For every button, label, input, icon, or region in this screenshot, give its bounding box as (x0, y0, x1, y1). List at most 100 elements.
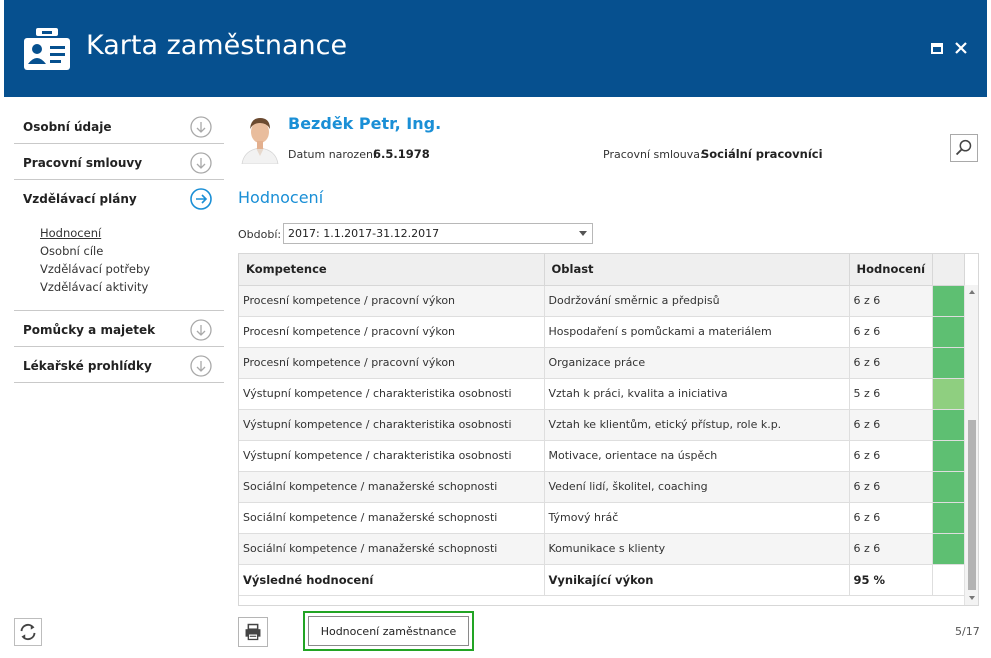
total-label: Výsledné hodnocení (239, 564, 545, 596)
arrow-down-circle-icon[interactable] (190, 319, 212, 341)
cell-area: Vztah k práci, kvalita a iniciativa (544, 378, 850, 410)
table-row[interactable]: Procesní kompetence / pracovní výkon Dod… (239, 285, 965, 317)
sidebar-item-label: Vzdělávací plány (23, 192, 137, 206)
cell-score-bar (932, 316, 965, 348)
table-row[interactable]: Výstupní kompetence / charakteristika os… (239, 440, 965, 472)
column-header-competence[interactable]: Kompetence (239, 254, 545, 286)
cell-area: Motivace, orientace na úspěch (544, 440, 850, 472)
cell-score-bar (932, 285, 965, 317)
vertical-scrollbar[interactable] (964, 285, 978, 605)
arrow-right-circle-icon[interactable] (190, 188, 212, 210)
cell-rating: 6 z 6 (849, 316, 933, 348)
section-title: Hodnocení (238, 188, 324, 207)
cell-rating: 6 z 6 (849, 502, 933, 534)
cell-competence: Výstupní kompetence / charakteristika os… (239, 409, 545, 441)
cell-score-bar (932, 502, 965, 534)
table-row[interactable]: Výstupní kompetence / charakteristika os… (239, 378, 965, 410)
cell-area: Dodržování směrnic a předpisů (544, 285, 850, 317)
refresh-button[interactable] (14, 618, 42, 646)
cell-score-bar (932, 533, 965, 565)
period-select[interactable]: 2017: 1.1.2017-31.12.2017 (283, 223, 593, 244)
table-row[interactable]: Procesní kompetence / pracovní výkon Org… (239, 347, 965, 379)
evaluation-button-highlight: Hodnocení zaměstnance (303, 611, 474, 651)
subnav-item-training-needs[interactable]: Vzdělávací potřeby (40, 260, 224, 278)
chevron-down-icon (579, 231, 587, 236)
print-button[interactable] (238, 617, 268, 647)
cell-rating: 6 z 6 (849, 533, 933, 565)
cell-competence: Procesní kompetence / pracovní výkon (239, 347, 545, 379)
refresh-icon (20, 623, 36, 641)
table-row[interactable]: Procesní kompetence / pracovní výkon Hos… (239, 316, 965, 348)
employee-evaluation-button[interactable]: Hodnocení zaměstnance (308, 616, 469, 646)
sidebar-item-label: Osobní údaje (23, 120, 112, 134)
cell-area: Komunikace s klienty (544, 533, 850, 565)
close-icon[interactable] (953, 40, 969, 56)
cell-area: Hospodaření s pomůckami a materiálem (544, 316, 850, 348)
print-icon (245, 623, 261, 641)
sidebar-item-contracts[interactable]: Pracovní smlouvy (14, 144, 224, 180)
arrow-down-circle-icon[interactable] (190, 355, 212, 377)
cell-area: Vztah ke klientům, etický přístup, role … (544, 409, 850, 441)
dob-value: 6.5.1978 (373, 147, 430, 161)
subnav-item-evaluation[interactable]: Hodnocení (40, 224, 224, 242)
total-rating: 95 % (849, 564, 933, 596)
evaluation-grid: Kompetence Oblast Hodnocení Procesní kom… (238, 253, 979, 606)
cell-score-bar (932, 409, 965, 441)
sidebar-item-label: Pomůcky a majetek (23, 323, 156, 337)
table-total-row: Výsledné hodnocení Vynikající výkon 95 % (239, 564, 965, 596)
avatar-photo (240, 112, 280, 164)
cell-area: Vedení lidí, školitel, coaching (544, 471, 850, 503)
contract-value: Sociální pracovníci (701, 147, 823, 161)
column-header-rating[interactable]: Hodnocení (849, 254, 933, 286)
total-area: Vynikající výkon (544, 564, 850, 596)
sidebar-item-equipment[interactable]: Pomůcky a majetek (14, 311, 224, 347)
cell-competence: Výstupní kompetence / charakteristika os… (239, 378, 545, 410)
cell-area: Organizace práce (544, 347, 850, 379)
cell-rating: 6 z 6 (849, 347, 933, 379)
period-label: Období: (238, 228, 282, 241)
cell-competence: Sociální kompetence / manažerské schopno… (239, 471, 545, 503)
subnav-item-personal-goals[interactable]: Osobní cíle (40, 242, 224, 260)
employee-name: Bezděk Petr, Ing. (288, 114, 442, 133)
period-value: 2017: 1.1.2017-31.12.2017 (288, 227, 440, 240)
id-card-icon (24, 28, 70, 70)
table-row[interactable]: Výstupní kompetence / charakteristika os… (239, 409, 965, 441)
cell-rating: 6 z 6 (849, 440, 933, 472)
scrollbar-thumb[interactable] (968, 420, 976, 590)
cell-area: Týmový hráč (544, 502, 850, 534)
cell-score-bar (932, 378, 965, 410)
arrow-down-circle-icon[interactable] (190, 152, 212, 174)
cell-rating: 6 z 6 (849, 285, 933, 317)
subnav-item-training-activities[interactable]: Vzdělávací aktivity (40, 278, 224, 296)
window-title: Karta zaměstnance (86, 30, 348, 61)
scroll-down-icon[interactable] (969, 596, 975, 600)
cell-competence: Sociální kompetence / manažerské schopno… (239, 533, 545, 565)
maximize-icon[interactable] (929, 40, 945, 56)
table-row[interactable]: Sociální kompetence / manažerské schopno… (239, 471, 965, 503)
dob-label: Datum narození: (288, 148, 380, 161)
cell-rating: 6 z 6 (849, 471, 933, 503)
sidebar-item-medical[interactable]: Lékařské prohlídky (14, 347, 224, 383)
scroll-up-icon[interactable] (969, 290, 975, 294)
sidebar-item-label: Pracovní smlouvy (23, 156, 143, 170)
search-button[interactable] (950, 134, 978, 162)
sidebar-item-training-plans[interactable]: Vzdělávací plány (14, 180, 224, 216)
column-header-area[interactable]: Oblast (544, 254, 850, 286)
cell-rating: 6 z 6 (849, 409, 933, 441)
cell-competence: Procesní kompetence / pracovní výkon (239, 285, 545, 317)
cell-competence: Procesní kompetence / pracovní výkon (239, 316, 545, 348)
cell-score-bar (932, 471, 965, 503)
cell-rating: 5 z 6 (849, 378, 933, 410)
column-header-bar (932, 254, 965, 286)
table-row[interactable]: Sociální kompetence / manažerské schopno… (239, 533, 965, 565)
table-header-row: Kompetence Oblast Hodnocení (239, 254, 965, 286)
arrow-down-circle-icon[interactable] (190, 116, 212, 138)
window-header: Karta zaměstnance (4, 0, 987, 97)
cell-competence: Sociální kompetence / manažerské schopno… (239, 502, 545, 534)
sidebar-subnav: Hodnocení Osobní cíle Vzdělávací potřeby… (14, 216, 224, 311)
search-icon (955, 139, 972, 156)
contract-label: Pracovní smlouva: (603, 148, 704, 161)
sidebar-item-personal[interactable]: Osobní údaje (14, 108, 224, 144)
cell-score-bar (932, 440, 965, 472)
table-row[interactable]: Sociální kompetence / manažerské schopno… (239, 502, 965, 534)
